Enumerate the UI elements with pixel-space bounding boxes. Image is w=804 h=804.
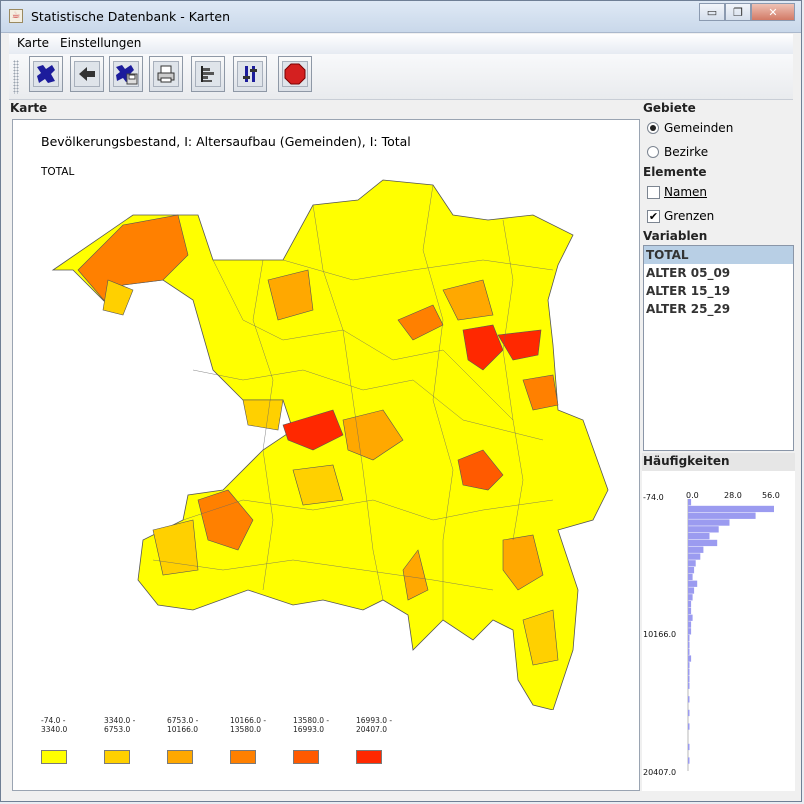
legend-swatch-1 — [41, 750, 67, 764]
minimize-button[interactable]: ▭ — [699, 3, 725, 21]
back-arrow-icon — [79, 67, 95, 81]
legend-label-4: 10166.0 - 13580.0 — [230, 716, 267, 734]
stop-button[interactable] — [278, 56, 312, 92]
freq-bar — [688, 628, 692, 635]
haeufigkeiten-panel: 0.0 28.0 56.0 -74.0 10166.0 20407.0 — [642, 471, 795, 791]
freq-bar — [688, 614, 693, 621]
legend-swatch-4 — [230, 750, 256, 764]
menu-bar: Karte Einstellungen — [9, 34, 793, 54]
variablen-label: Variablen — [643, 229, 708, 243]
radio-bezirke[interactable] — [647, 146, 659, 158]
menu-karte[interactable]: Karte — [17, 36, 49, 50]
toolbar-grip[interactable] — [13, 60, 19, 94]
close-button[interactable]: ✕ — [751, 3, 795, 21]
settings-tools-icon — [243, 66, 257, 82]
radio-gemeinden-label[interactable]: Gemeinden — [664, 121, 733, 135]
freq-bar — [688, 587, 695, 594]
freq-bar — [688, 648, 690, 655]
maximize-button[interactable]: ❐ — [725, 3, 751, 21]
freq-bar — [688, 669, 690, 676]
freq-bar — [688, 580, 698, 587]
legend-label-1: -74.0 - 3340.0 — [41, 716, 68, 734]
save-map-button[interactable] — [109, 56, 143, 92]
freq-bar — [688, 553, 701, 560]
checkbox-namen-label[interactable]: Namen — [664, 185, 707, 199]
haeufigkeiten-histogram — [687, 499, 774, 771]
histogram-button[interactable] — [191, 56, 225, 92]
region-yellow-orange-8 — [242, 399, 284, 431]
histogram-icon — [201, 66, 214, 82]
freq-bar — [688, 709, 690, 717]
freq-bar — [688, 567, 695, 574]
freq-bar — [688, 533, 710, 540]
print-icon — [157, 65, 175, 83]
gebiete-label: Gebiete — [643, 101, 696, 115]
variable-item-alter-15-19[interactable]: ALTER 15_19 — [644, 282, 793, 300]
variablen-list[interactable]: TOTAL ALTER 05_09 ALTER 15_19 ALTER 25_2… — [643, 245, 794, 451]
legend-label-5: 13580.0 - 16993.0 — [293, 716, 330, 734]
toolbar — [9, 54, 793, 100]
region-west-yellow — [102, 279, 134, 316]
haeufigkeiten-header: Häufigkeiten — [642, 453, 795, 471]
freq-bar — [688, 594, 693, 601]
freq-bar — [688, 560, 696, 567]
radio-gemeinden[interactable] — [647, 122, 659, 134]
freq-bar — [688, 696, 690, 703]
freq-bar — [688, 655, 692, 662]
variable-item-alter-05-09[interactable]: ALTER 05_09 — [644, 264, 793, 282]
legend-label-2: 3340.0 - 6753.0 — [104, 716, 136, 734]
back-button[interactable] — [70, 56, 104, 92]
menu-einstellungen[interactable]: Einstellungen — [60, 36, 141, 50]
legend-label-3: 6753.0 - 10166.0 — [167, 716, 199, 734]
save-map-icon — [116, 65, 138, 85]
map-view-icon — [37, 65, 55, 83]
freq-bar — [688, 546, 704, 553]
variable-item-total[interactable]: TOTAL — [644, 246, 793, 264]
legend-swatch-6 — [356, 750, 382, 764]
freq-bar — [688, 499, 692, 506]
map-section-label: Karte — [10, 101, 48, 115]
freq-bar — [688, 757, 690, 764]
freq-bar — [688, 743, 690, 751]
freq-bar — [688, 723, 690, 730]
freq-bar — [688, 526, 719, 533]
freq-bar — [688, 601, 692, 608]
map-view-button[interactable] — [29, 56, 63, 92]
freq-bar — [688, 641, 690, 649]
freq-bar — [688, 635, 690, 642]
freq-bar — [688, 539, 718, 547]
map-panel[interactable]: Bevölkerungsbestand, I: Altersaufbau (Ge… — [12, 119, 640, 791]
variable-item-alter-25-29[interactable]: ALTER 25_29 — [644, 300, 793, 318]
choropleth-map[interactable] — [13, 120, 640, 710]
java-app-icon: ☕ — [9, 9, 23, 23]
legend-swatch-3 — [167, 750, 193, 764]
legend-label-6: 16993.0 - 20407.0 — [356, 716, 393, 734]
elemente-label: Elemente — [643, 165, 707, 179]
freq-bar — [688, 573, 693, 581]
freq-bar — [688, 505, 774, 513]
freq-bar — [688, 512, 756, 519]
print-button[interactable] — [149, 56, 183, 92]
radio-bezirke-label[interactable]: Bezirke — [664, 145, 708, 159]
stop-icon — [284, 63, 306, 85]
settings-tools-button[interactable] — [233, 56, 267, 92]
freq-bar — [688, 682, 690, 689]
legend-swatch-5 — [293, 750, 319, 764]
checkbox-namen[interactable] — [647, 186, 660, 199]
app-window: ☕ Statistische Datenbank - Karten ▭ ❐ ✕ … — [0, 0, 802, 802]
freq-bar — [688, 607, 692, 615]
haeufigkeiten-label: Häufigkeiten — [643, 454, 730, 468]
title-bar[interactable]: ☕ Statistische Datenbank - Karten ▭ ❐ ✕ — [1, 1, 801, 33]
legend-swatch-2 — [104, 750, 130, 764]
freq-bar — [688, 662, 690, 669]
window-title: Statistische Datenbank - Karten — [31, 9, 231, 24]
freq-bar — [688, 519, 730, 526]
checkbox-grenzen[interactable]: ✔ — [647, 210, 660, 223]
freq-bar — [688, 621, 692, 628]
freq-bar — [688, 675, 690, 683]
checkbox-grenzen-label[interactable]: Grenzen — [664, 209, 714, 223]
